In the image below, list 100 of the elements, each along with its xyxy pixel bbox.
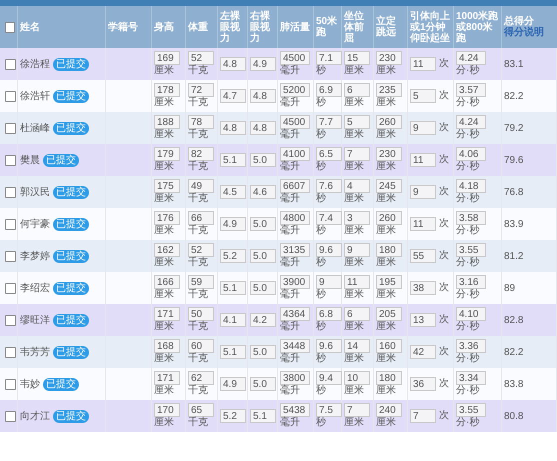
input-field[interactable]: 178 (154, 83, 180, 97)
input-field[interactable]: 4.24 (456, 51, 486, 65)
input-field[interactable]: 11 (344, 275, 370, 289)
input-field[interactable]: 9 (410, 121, 436, 135)
input-field[interactable]: 4500 (280, 51, 310, 65)
input-field[interactable]: 3.16 (456, 275, 486, 289)
input-field[interactable]: 3.36 (456, 339, 486, 353)
input-field[interactable]: 169 (154, 51, 180, 65)
input-field[interactable]: 4100 (280, 147, 310, 161)
input-field[interactable]: 5200 (280, 83, 310, 97)
checkbox[interactable] (5, 282, 16, 294)
input-field[interactable]: 5.0 (250, 377, 276, 391)
input-field[interactable]: 4.18 (456, 179, 486, 193)
input-field[interactable]: 59 (188, 275, 214, 289)
input-field[interactable]: 7 (344, 147, 370, 161)
input-field[interactable]: 14 (344, 339, 370, 353)
input-field[interactable]: 5.0 (250, 249, 276, 263)
input-field[interactable]: 180 (376, 243, 402, 257)
input-field[interactable]: 7.6 (316, 179, 342, 193)
input-field[interactable]: 6.9 (316, 83, 342, 97)
input-field[interactable]: 60 (188, 339, 214, 353)
input-field[interactable]: 4.8 (220, 57, 246, 71)
input-field[interactable]: 7.5 (316, 403, 342, 417)
checkbox[interactable] (5, 154, 16, 166)
input-field[interactable]: 9 (410, 185, 436, 199)
checkbox[interactable] (5, 218, 16, 230)
input-field[interactable]: 4.9 (220, 217, 246, 231)
checkbox[interactable] (5, 346, 16, 358)
input-field[interactable]: 78 (188, 115, 214, 129)
input-field[interactable]: 4.10 (456, 307, 486, 321)
input-field[interactable]: 4800 (280, 211, 310, 225)
input-field[interactable]: 3.55 (456, 403, 486, 417)
input-field[interactable]: 5 (344, 115, 370, 129)
input-field[interactable]: 3.55 (456, 243, 486, 257)
input-field[interactable]: 65 (188, 403, 214, 417)
input-field[interactable]: 38 (410, 281, 436, 295)
input-field[interactable]: 245 (376, 179, 402, 193)
input-field[interactable]: 5.0 (250, 217, 276, 231)
input-field[interactable]: 166 (154, 275, 180, 289)
input-field[interactable]: 179 (154, 147, 180, 161)
checkbox[interactable] (5, 122, 16, 134)
input-field[interactable]: 55 (410, 249, 436, 263)
input-field[interactable]: 82 (188, 147, 214, 161)
input-field[interactable]: 72 (188, 83, 214, 97)
checkbox[interactable] (5, 378, 16, 390)
input-field[interactable]: 3448 (280, 339, 310, 353)
input-field[interactable]: 4.9 (250, 57, 276, 71)
input-field[interactable]: 4.2 (250, 313, 276, 327)
input-field[interactable]: 3800 (280, 371, 310, 385)
input-field[interactable]: 6.5 (316, 147, 342, 161)
input-field[interactable]: 5438 (280, 403, 310, 417)
input-field[interactable]: 168 (154, 339, 180, 353)
checkbox[interactable] (5, 410, 16, 422)
input-field[interactable]: 9 (316, 275, 342, 289)
input-field[interactable]: 4.9 (220, 377, 246, 391)
input-field[interactable]: 205 (376, 307, 402, 321)
input-field[interactable]: 5.0 (250, 153, 276, 167)
input-field[interactable]: 6607 (280, 179, 310, 193)
input-field[interactable]: 4.1 (220, 313, 246, 327)
input-field[interactable]: 230 (376, 51, 402, 65)
input-field[interactable]: 160 (376, 339, 402, 353)
input-field[interactable]: 10 (344, 371, 370, 385)
input-field[interactable]: 7.4 (316, 211, 342, 225)
input-field[interactable]: 6 (344, 307, 370, 321)
input-field[interactable]: 4.5 (220, 185, 246, 199)
input-field[interactable]: 7.7 (316, 115, 342, 129)
input-field[interactable]: 5.0 (250, 345, 276, 359)
input-field[interactable]: 3 (344, 211, 370, 225)
input-field[interactable]: 4.8 (250, 89, 276, 103)
checkbox[interactable] (5, 22, 15, 32)
input-field[interactable]: 6 (344, 83, 370, 97)
input-field[interactable]: 62 (188, 371, 214, 385)
input-field[interactable]: 260 (376, 211, 402, 225)
checkbox[interactable] (5, 314, 16, 326)
input-field[interactable]: 50 (188, 307, 214, 321)
checkbox[interactable] (5, 90, 16, 102)
input-field[interactable]: 9.4 (316, 371, 342, 385)
input-field[interactable]: 235 (376, 83, 402, 97)
input-field[interactable]: 6.8 (316, 307, 342, 321)
input-field[interactable]: 5.1 (220, 153, 246, 167)
input-field[interactable]: 52 (188, 51, 214, 65)
input-field[interactable]: 3.58 (456, 211, 486, 225)
input-field[interactable]: 13 (410, 313, 436, 327)
input-field[interactable]: 5 (410, 89, 436, 103)
input-field[interactable]: 171 (154, 371, 180, 385)
input-field[interactable]: 3.57 (456, 83, 486, 97)
input-field[interactable]: 9.6 (316, 339, 342, 353)
input-field[interactable]: 9.6 (316, 243, 342, 257)
input-field[interactable]: 175 (154, 179, 180, 193)
input-field[interactable]: 5.2 (220, 409, 246, 423)
input-field[interactable]: 9 (344, 243, 370, 257)
input-field[interactable]: 188 (154, 115, 180, 129)
input-field[interactable]: 195 (376, 275, 402, 289)
input-field[interactable]: 4.7 (220, 89, 246, 103)
input-field[interactable]: 49 (188, 179, 214, 193)
input-field[interactable]: 66 (188, 211, 214, 225)
input-field[interactable]: 5.0 (250, 281, 276, 295)
input-field[interactable]: 4 (344, 179, 370, 193)
input-field[interactable]: 5.2 (220, 249, 246, 263)
input-field[interactable]: 180 (376, 371, 402, 385)
